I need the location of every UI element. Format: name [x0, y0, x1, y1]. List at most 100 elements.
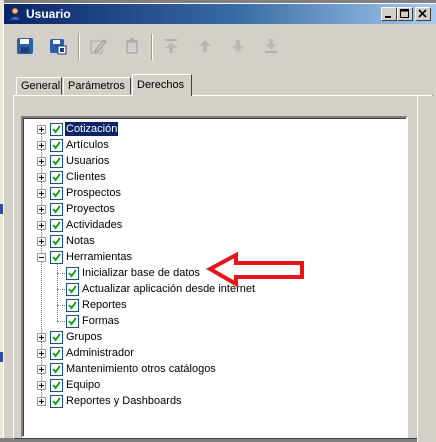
- maximize-button[interactable]: [397, 7, 413, 21]
- tree-item[interactable]: Grupos: [23, 329, 403, 345]
- checkbox[interactable]: [66, 267, 79, 280]
- tree-item-label[interactable]: Prospectos: [65, 186, 122, 200]
- red-arrow-icon: [206, 251, 304, 288]
- save-close-button[interactable]: [49, 37, 67, 55]
- checkbox[interactable]: [50, 219, 63, 232]
- next-button[interactable]: [229, 37, 247, 55]
- close-button[interactable]: [415, 7, 431, 21]
- tree-item-label[interactable]: Herramientas: [65, 250, 133, 264]
- arrow-last-icon: [265, 39, 277, 53]
- arrow-first-icon: [165, 39, 177, 53]
- save-button[interactable]: [16, 37, 34, 55]
- expand-icon[interactable]: [37, 365, 46, 374]
- tree-item-label[interactable]: Grupos: [65, 330, 103, 344]
- checkbox[interactable]: [50, 379, 63, 392]
- checkbox[interactable]: [66, 283, 79, 296]
- edit-button[interactable]: [89, 37, 107, 55]
- toolbar: [4, 28, 436, 66]
- expand-icon[interactable]: [37, 125, 46, 134]
- tree-item[interactable]: Notas: [23, 233, 403, 249]
- tree-item-label[interactable]: Notas: [65, 234, 96, 248]
- tree-item[interactable]: Proyectos: [23, 201, 403, 217]
- tree-item-label[interactable]: Artículos: [65, 138, 110, 152]
- tab-derechos[interactable]: Derechos: [132, 74, 192, 96]
- tree-item[interactable]: Usuarios: [23, 153, 403, 169]
- checkmark-icon: [52, 333, 61, 342]
- expand-icon[interactable]: [37, 333, 46, 342]
- tree-item-label[interactable]: Proyectos: [65, 202, 116, 216]
- expand-icon[interactable]: [37, 205, 46, 214]
- checkbox[interactable]: [66, 315, 79, 328]
- app-icon: [9, 7, 21, 21]
- checkmark-icon: [52, 237, 61, 246]
- checkbox[interactable]: [50, 187, 63, 200]
- expand-icon[interactable]: [37, 381, 46, 390]
- delete-button[interactable]: [123, 37, 141, 55]
- tree-item[interactable]: Clientes: [23, 169, 403, 185]
- tree-item[interactable]: Mantenimiento otros catálogos: [23, 361, 403, 377]
- checkbox[interactable]: [50, 123, 63, 136]
- tree-item[interactable]: Cotización: [23, 121, 403, 137]
- checkmark-icon: [52, 141, 61, 150]
- tree-item-label[interactable]: Equipo: [65, 378, 101, 392]
- minimize-button[interactable]: [381, 7, 397, 21]
- tree-child-item[interactable]: Formas: [23, 313, 403, 329]
- window-title: Usuario: [26, 7, 71, 21]
- tree-item-label[interactable]: Clientes: [65, 170, 107, 184]
- tree-item[interactable]: Reportes y Dashboards: [23, 393, 403, 409]
- checkmark-icon: [52, 397, 61, 406]
- tab-general[interactable]: General: [16, 77, 62, 95]
- tree-item[interactable]: Equipo: [23, 377, 403, 393]
- tree-item-label[interactable]: Inicializar base de datos: [81, 266, 201, 280]
- expand-icon[interactable]: [37, 349, 46, 358]
- checkmark-icon: [52, 189, 61, 198]
- expand-icon[interactable]: [37, 221, 46, 230]
- checkbox[interactable]: [50, 235, 63, 248]
- tree-item-label[interactable]: Reportes y Dashboards: [65, 394, 183, 408]
- collapse-icon[interactable]: [37, 253, 46, 262]
- checkbox[interactable]: [50, 155, 63, 168]
- checkbox[interactable]: [50, 395, 63, 408]
- expand-icon[interactable]: [37, 173, 46, 182]
- window-edge-scrollbar[interactable]: [417, 96, 436, 442]
- expand-icon[interactable]: [37, 189, 46, 198]
- tree-item[interactable]: Administrador: [23, 345, 403, 361]
- tree-item[interactable]: Artículos: [23, 137, 403, 153]
- arrow-down-icon: [232, 40, 244, 52]
- tree-item-label[interactable]: Reportes: [81, 298, 128, 312]
- checkmark-icon: [52, 365, 61, 374]
- toolbar-separator: [151, 34, 153, 60]
- checkbox[interactable]: [50, 139, 63, 152]
- previous-button[interactable]: [196, 37, 214, 55]
- tree-item-label[interactable]: Usuarios: [65, 154, 110, 168]
- tree-item[interactable]: Actividades: [23, 217, 403, 233]
- checkbox[interactable]: [50, 363, 63, 376]
- tab-parametros[interactable]: Parámetros: [63, 77, 131, 95]
- tree-item[interactable]: Prospectos: [23, 185, 403, 201]
- checkbox[interactable]: [50, 347, 63, 360]
- checkbox[interactable]: [50, 331, 63, 344]
- tree-item-label[interactable]: Actividades: [65, 218, 123, 232]
- checkmark-icon: [68, 269, 77, 278]
- tree-item-label[interactable]: Mantenimiento otros catálogos: [65, 362, 217, 376]
- checkbox[interactable]: [66, 299, 79, 312]
- checkbox[interactable]: [50, 251, 63, 264]
- expand-icon[interactable]: [37, 157, 46, 166]
- last-button[interactable]: [262, 37, 280, 55]
- checkbox[interactable]: [50, 203, 63, 216]
- checkmark-icon: [68, 301, 77, 310]
- expand-icon[interactable]: [37, 141, 46, 150]
- floppy-disk-icon: [17, 38, 33, 54]
- tree-child-item[interactable]: Reportes: [23, 297, 403, 313]
- tree-item-label[interactable]: Cotización: [63, 121, 120, 137]
- tree-connector: [57, 289, 65, 290]
- title-bar[interactable]: Usuario: [4, 4, 436, 24]
- expand-icon[interactable]: [37, 397, 46, 406]
- tree-item-label[interactable]: Administrador: [65, 346, 135, 360]
- tree-item-label[interactable]: Formas: [81, 314, 120, 328]
- first-button[interactable]: [162, 37, 180, 55]
- checkbox[interactable]: [50, 171, 63, 184]
- toolbar-separator: [78, 34, 80, 60]
- expand-icon[interactable]: [37, 237, 46, 246]
- checkmark-icon: [52, 221, 61, 230]
